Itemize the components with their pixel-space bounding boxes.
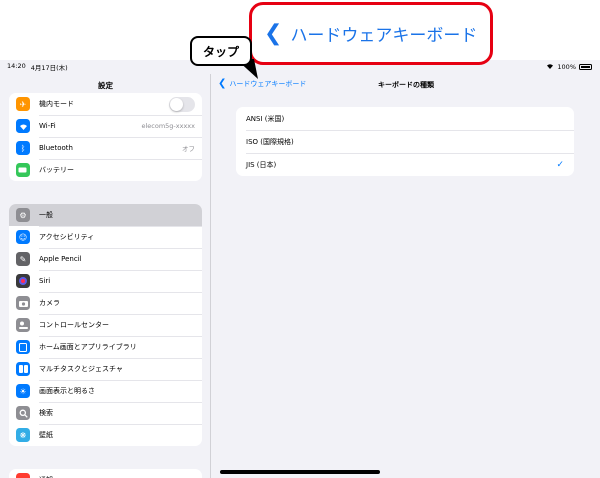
accessibility-icon: ☺ bbox=[16, 230, 30, 244]
sidebar-item-camera[interactable]: カメラ bbox=[9, 292, 202, 314]
sidebar-item-label: 一般 bbox=[39, 211, 53, 219]
sidebar-item-label: Apple Pencil bbox=[39, 255, 82, 263]
sidebar-item-accessibility[interactable]: ☺ アクセシビリティ bbox=[9, 226, 202, 248]
sidebar-item-general[interactable]: ⚙ 一般 bbox=[9, 204, 202, 226]
sidebar-item-label: 壁紙 bbox=[39, 431, 53, 439]
tap-label-bubble: タップ bbox=[190, 36, 252, 66]
home-indicator bbox=[220, 470, 380, 474]
wifi-icon bbox=[16, 119, 30, 133]
sidebar-item-label: アクセシビリティ bbox=[39, 233, 95, 241]
wifi-status-icon bbox=[546, 63, 554, 71]
siri-icon bbox=[16, 274, 30, 288]
gear-icon: ⚙ bbox=[16, 208, 30, 222]
pencil-icon: ✎ bbox=[16, 252, 30, 266]
sidebar-item-search[interactable]: 検索 bbox=[9, 402, 202, 424]
bluetooth-icon: ᛒ bbox=[16, 141, 30, 155]
airplane-icon: ✈ bbox=[16, 97, 30, 111]
sidebar-item-home-screen[interactable]: ホーム画面とアプリライブラリ bbox=[9, 336, 202, 358]
settings-sidebar: 設定 ✈ 機内モード Wi-Fi elecom5g-xxxxx ᛒ Blueto… bbox=[0, 74, 211, 478]
brightness-icon: ☀ bbox=[16, 384, 30, 398]
sidebar-item-display-brightness[interactable]: ☀ 画面表示と明るさ bbox=[9, 380, 202, 402]
multitasking-icon bbox=[16, 362, 30, 376]
sidebar-item-label: バッテリー bbox=[39, 166, 74, 174]
sidebar-group-notifications: ▣ 通知 bbox=[9, 469, 202, 478]
status-date: 4月17日(木) bbox=[30, 64, 68, 72]
sidebar-item-notifications[interactable]: ▣ 通知 bbox=[9, 469, 202, 478]
sidebar-item-label: コントロールセンター bbox=[39, 321, 109, 329]
keyboard-type-option-jis[interactable]: JIS (日本) ✓ bbox=[236, 153, 574, 176]
sidebar-group-connectivity: ✈ 機内モード Wi-Fi elecom5g-xxxxx ᛒ Bluetooth… bbox=[9, 93, 202, 181]
callout-text: ハードウェアキーボード bbox=[290, 26, 478, 46]
notifications-icon: ▣ bbox=[16, 473, 30, 478]
sidebar-title: 設定 bbox=[98, 81, 113, 90]
sidebar-item-wifi[interactable]: Wi-Fi elecom5g-xxxxx bbox=[9, 115, 202, 137]
sidebar-item-control-center[interactable]: コントロールセンター bbox=[9, 314, 202, 336]
wallpaper-icon: ❋ bbox=[16, 428, 30, 442]
ipad-screen: 14:20 4月17日(木) 100% 設定 ✈ 機内モード Wi-Fi ele… bbox=[0, 60, 600, 478]
sidebar-item-bluetooth[interactable]: ᛒ Bluetooth オフ bbox=[9, 137, 202, 159]
sidebar-item-wallpaper[interactable]: ❋ 壁紙 bbox=[9, 424, 202, 446]
keyboard-type-option-iso[interactable]: ISO (国際規格) bbox=[236, 130, 574, 153]
sidebar-item-label: ホーム画面とアプリライブラリ bbox=[39, 343, 137, 351]
battery-percent: 100% bbox=[557, 63, 576, 71]
bluetooth-status: オフ bbox=[182, 145, 195, 153]
chevron-left-icon: ❮ bbox=[264, 21, 283, 46]
sidebar-item-siri[interactable]: Siri bbox=[9, 270, 202, 292]
wifi-network-name: elecom5g-xxxxx bbox=[141, 122, 195, 130]
keyboard-type-list: ANSI (米国) ISO (国際規格) JIS (日本) ✓ bbox=[236, 107, 574, 176]
option-label: JIS (日本) bbox=[246, 160, 277, 169]
sidebar-item-label: 検索 bbox=[39, 409, 53, 417]
back-button[interactable]: ❮ ハードウェアキーボード bbox=[218, 79, 306, 89]
page-title: キーボードの種類 bbox=[378, 81, 434, 89]
chevron-left-icon: ❮ bbox=[218, 78, 227, 89]
detail-pane: ❮ ハードウェアキーボード キーボードの種類 ANSI (米国) ISO (国際… bbox=[212, 74, 600, 478]
keyboard-type-option-ansi[interactable]: ANSI (米国) bbox=[236, 107, 574, 130]
sidebar-group-general: ⚙ 一般 ☺ アクセシビリティ ✎ Apple Pencil Siri カメラ … bbox=[9, 204, 202, 446]
airplane-mode-toggle[interactable] bbox=[169, 96, 195, 112]
sidebar-item-label: Siri bbox=[39, 277, 51, 285]
sidebar-item-battery[interactable]: バッテリー bbox=[9, 159, 202, 181]
sidebar-item-multitasking[interactable]: マルチタスクとジェスチャ bbox=[9, 358, 202, 380]
sidebar-item-label: マルチタスクとジェスチャ bbox=[39, 365, 123, 373]
checkmark-icon: ✓ bbox=[556, 159, 564, 170]
sidebar-item-label: 機内モード bbox=[39, 100, 74, 108]
detail-navbar: ❮ ハードウェアキーボード キーボードの種類 bbox=[212, 74, 600, 96]
option-label: ANSI (米国) bbox=[246, 114, 285, 123]
sidebar-item-label: 画面表示と明るさ bbox=[39, 387, 95, 395]
option-label: ISO (国際規格) bbox=[246, 137, 294, 146]
zoom-callout: ❮ ハードウェアキーボード bbox=[249, 2, 493, 65]
sidebar-item-label: Wi-Fi bbox=[39, 122, 56, 130]
sidebar-item-apple-pencil[interactable]: ✎ Apple Pencil bbox=[9, 248, 202, 270]
sidebar-item-airplane-mode[interactable]: ✈ 機内モード bbox=[9, 93, 202, 115]
sidebar-item-label: Bluetooth bbox=[39, 144, 73, 152]
camera-icon bbox=[16, 296, 30, 310]
battery-status-icon bbox=[579, 64, 592, 70]
home-screen-icon bbox=[16, 340, 30, 354]
tap-label: タップ bbox=[202, 44, 239, 59]
battery-icon bbox=[16, 163, 30, 177]
control-center-icon bbox=[16, 318, 30, 332]
status-time: 14:20 bbox=[7, 62, 26, 70]
search-icon bbox=[16, 406, 30, 420]
sidebar-item-label: カメラ bbox=[39, 299, 60, 307]
